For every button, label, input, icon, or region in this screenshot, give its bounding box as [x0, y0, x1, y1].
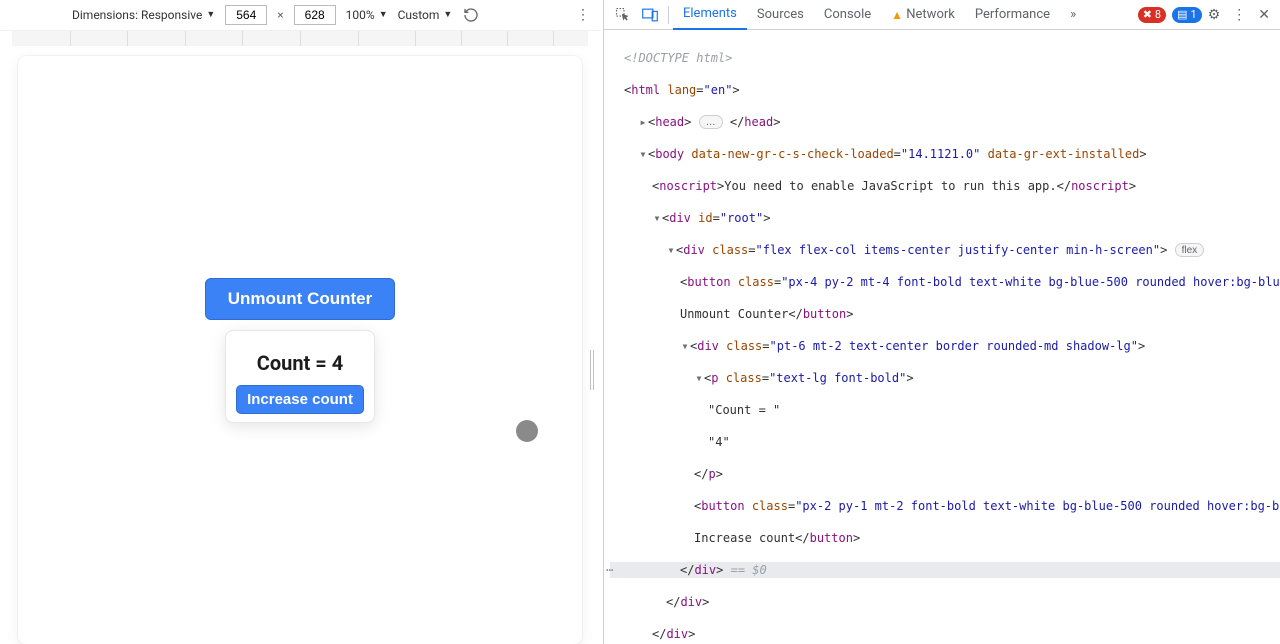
- selected-dom-node[interactable]: </div> == $0: [610, 562, 1280, 578]
- kebab-menu-icon[interactable]: ⋮: [1226, 7, 1252, 23]
- inspect-element-icon[interactable]: [608, 1, 636, 29]
- tab-elements[interactable]: Elements: [673, 0, 747, 30]
- resize-handle[interactable]: [588, 350, 596, 390]
- tab-sources[interactable]: Sources: [747, 0, 814, 30]
- dpr-value: Custom: [398, 8, 440, 22]
- more-options-icon[interactable]: ⋮: [574, 7, 592, 23]
- flex-badge[interactable]: flex: [1175, 243, 1205, 257]
- chevron-down-icon: ▼: [443, 9, 452, 20]
- tab-network[interactable]: ▲ Network: [881, 0, 965, 30]
- tab-performance[interactable]: Performance: [965, 0, 1060, 30]
- devtools-tabbar: Elements Sources Console ▲ Network Perfo…: [604, 0, 1280, 30]
- device-toolbar: Dimensions: Responsive ▼ × 100% ▼ Custom…: [0, 0, 600, 31]
- dimensions-dropdown[interactable]: Dimensions: Responsive ▼: [72, 8, 215, 22]
- increase-count-button[interactable]: Increase count: [236, 385, 364, 414]
- dimensions-label: Dimensions: Responsive: [72, 8, 202, 22]
- height-input[interactable]: [294, 5, 336, 25]
- tab-console[interactable]: Console: [814, 0, 881, 30]
- device-frame: Unmount Counter Count = 4 Increase count: [18, 56, 582, 644]
- settings-gear-icon[interactable]: ⚙: [1202, 7, 1227, 23]
- ruler: [12, 31, 588, 46]
- zoom-dropdown[interactable]: 100% ▼: [346, 8, 388, 22]
- rotate-icon[interactable]: [462, 6, 480, 24]
- elements-dom-tree[interactable]: <!DOCTYPE html> <html lang="en"> ▸<head>…: [604, 30, 1280, 644]
- unmount-counter-button[interactable]: Unmount Counter: [205, 278, 395, 320]
- count-text: Count = 4: [236, 351, 364, 375]
- dom-doctype: <!DOCTYPE html>: [624, 51, 732, 65]
- app-root: Unmount Counter Count = 4 Increase count: [18, 56, 582, 644]
- dimension-separator: ×: [277, 8, 283, 22]
- close-devtools-icon[interactable]: ✕: [1252, 7, 1276, 23]
- device-preview-pane: Dimensions: Responsive ▼ × 100% ▼ Custom…: [0, 0, 600, 644]
- dpr-dropdown[interactable]: Custom ▼: [398, 8, 453, 22]
- tab-overflow-icon[interactable]: »: [1060, 0, 1086, 30]
- error-count-badge[interactable]: ✖ 8: [1138, 7, 1166, 23]
- touch-cursor-icon: [516, 420, 538, 442]
- divider: [668, 6, 669, 24]
- issue-count-badge[interactable]: ▤ 1: [1172, 7, 1202, 23]
- count-value: 4: [332, 351, 343, 375]
- counter-card: Count = 4 Increase count: [225, 330, 375, 423]
- count-prefix: Count =: [257, 351, 332, 375]
- chevron-down-icon: ▼: [206, 9, 215, 20]
- width-input[interactable]: [225, 5, 267, 25]
- zoom-value: 100%: [346, 8, 375, 22]
- device-viewport: Unmount Counter Count = 4 Increase count: [0, 46, 600, 644]
- warning-icon: ▲: [891, 8, 903, 22]
- toggle-device-toolbar-icon[interactable]: [636, 1, 664, 29]
- chevron-down-icon: ▼: [379, 9, 388, 20]
- devtools-pane: Elements Sources Console ▲ Network Perfo…: [603, 0, 1280, 644]
